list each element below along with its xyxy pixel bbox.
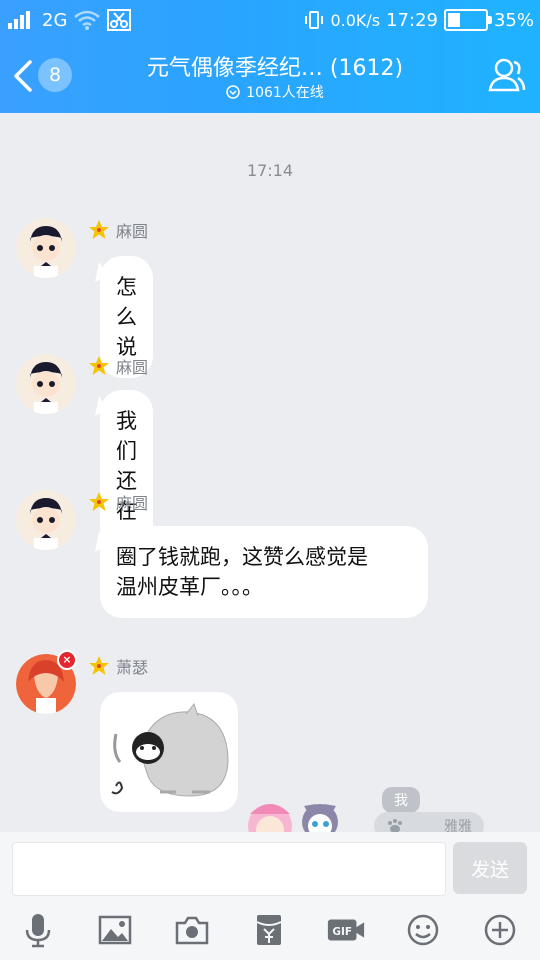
send-button[interactable]: 发送 [453, 842, 527, 894]
microphone-icon [25, 914, 51, 948]
input-toolbar: GIF [0, 910, 540, 952]
star-icon [89, 492, 109, 511]
sender-name: 麻圆 [88, 354, 148, 378]
network-speed: 0.0K/s [330, 10, 381, 30]
penguin-sticker [111, 702, 229, 797]
sender-name: 萧瑟 [88, 654, 148, 678]
network-type: 2G [42, 9, 68, 31]
sender-name-text: 麻圆 [116, 222, 149, 241]
signal-icon [8, 11, 36, 29]
message-bubble[interactable]: 圈了钱就跑，这赞么感觉是 温州皮革厂。。。 [100, 526, 428, 618]
avatar[interactable] [16, 218, 76, 278]
star-icon [89, 356, 109, 375]
scissors-icon [107, 9, 132, 31]
input-area: 发送 GIF [0, 832, 540, 960]
gif-icon: GIF [327, 919, 365, 941]
nav-bar: 8 元气偶像季经纪… (1612) 1061人在线 [0, 38, 540, 113]
sender-name: 麻圆 [88, 218, 148, 242]
red-packet-icon [256, 915, 282, 945]
sender-name-text: 麻圆 [116, 358, 149, 377]
message-text-line: 温州皮革厂。。。 [116, 575, 263, 599]
wifi-icon [74, 10, 101, 30]
battery-icon [443, 9, 492, 31]
sticker-message[interactable] [100, 692, 238, 812]
vibrate-icon [305, 11, 324, 29]
clock: 17:29 [386, 9, 438, 31]
camera-icon [175, 916, 209, 945]
avatar[interactable] [16, 354, 76, 414]
camera-button[interactable] [172, 910, 212, 950]
avatar[interactable] [16, 490, 76, 550]
status-bar: 2G 0.0K/s 17:29 35% [0, 0, 540, 38]
back-arrow-icon[interactable] [10, 58, 36, 94]
emoji-button[interactable] [403, 910, 443, 950]
battery-percent: 35% [493, 9, 534, 31]
remove-badge-icon: × [57, 650, 77, 670]
message-input[interactable] [12, 842, 446, 896]
online-count[interactable]: 1061人在线 [160, 82, 390, 102]
sender-name-text: 麻圆 [116, 494, 149, 513]
chat-timestamp: 17:14 [246, 161, 294, 180]
emoji-icon [407, 914, 439, 946]
star-icon [89, 220, 109, 239]
me-tag-text: 我 [394, 793, 408, 809]
header: 2G 0.0K/s 17:29 35% 8 元气偶像季经纪… (1612) 10… [0, 0, 540, 113]
plus-icon [484, 914, 516, 946]
chevron-circle-icon [226, 85, 240, 99]
sender-name: 麻圆 [88, 490, 148, 514]
image-icon [98, 915, 132, 945]
message-text-line: 圈了钱就跑，这赞么感觉是 [116, 545, 368, 569]
online-count-text: 1061人在线 [246, 85, 324, 101]
sender-name-text: 萧瑟 [116, 658, 149, 677]
svg-text:GIF: GIF [332, 926, 352, 938]
chat-title[interactable]: 元气偶像季经纪… (1612) [120, 50, 430, 82]
message-text: 怎么说 [116, 275, 137, 359]
unread-count-badge[interactable]: 8 [38, 58, 72, 92]
red-packet-button[interactable] [249, 910, 289, 950]
gif-button[interactable]: GIF [326, 910, 366, 950]
plus-button[interactable] [480, 910, 520, 950]
image-button[interactable] [95, 910, 135, 950]
me-tag: 我 [382, 787, 420, 813]
group-members-icon[interactable] [488, 56, 526, 92]
microphone-button[interactable] [18, 910, 58, 950]
star-icon [89, 656, 109, 675]
